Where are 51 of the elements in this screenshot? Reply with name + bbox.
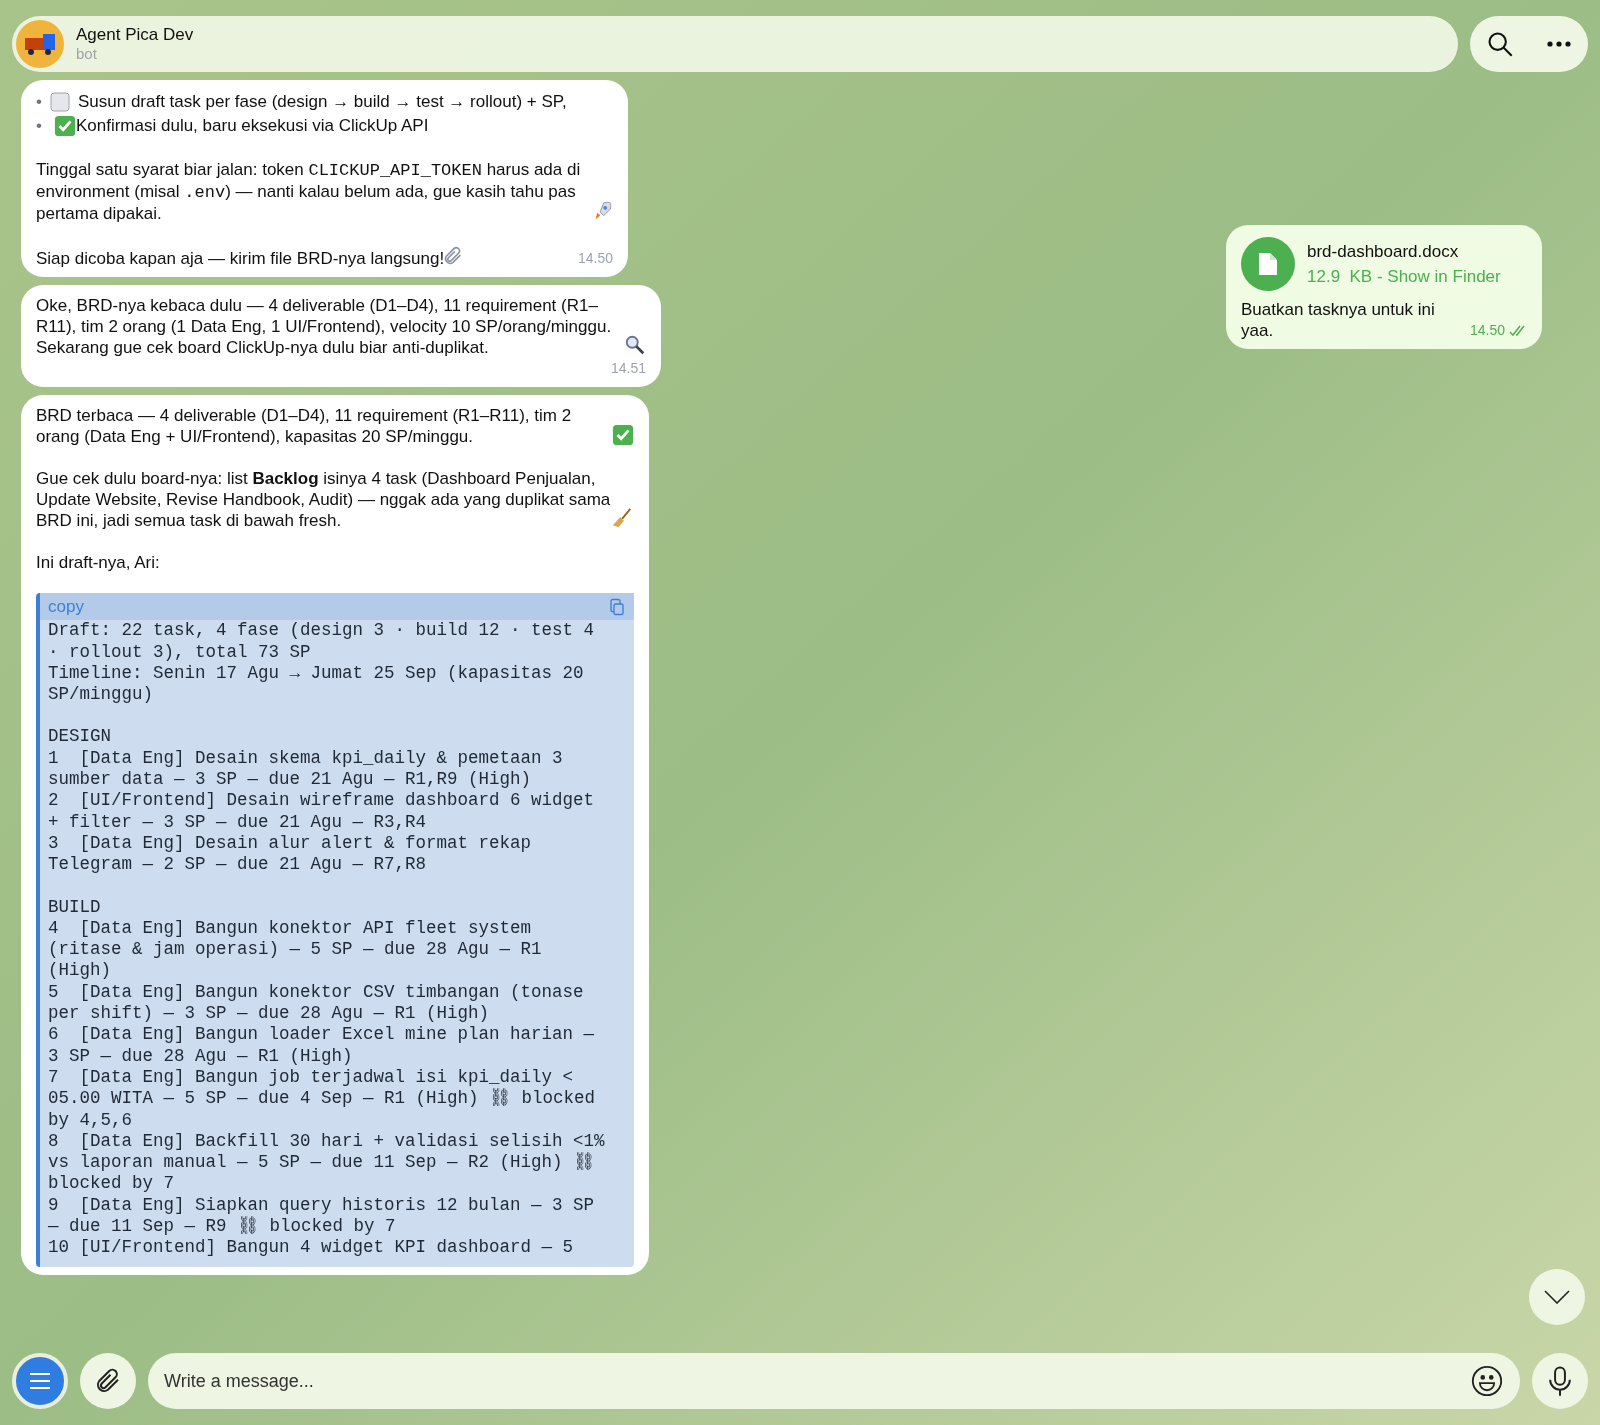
code-line: 1 [Data Eng] Desain skema kpi_daily & pemetaan 3 sumber data — 3 SP — due 21 Agu — R1,R9 (High) xyxy=(48,747,564,791)
message-text: Ini draft-nya, Ari: xyxy=(36,552,160,573)
scroll-down-button[interactable] xyxy=(1529,1269,1585,1325)
chevron-down-icon xyxy=(1544,1290,1570,1304)
bullet-mark: • xyxy=(36,115,42,137)
chat-title: Agent Pica Dev xyxy=(76,24,194,46)
code-line: 4 [Data Eng] Bangun konektor API fleet system (ritase & jam operasi) — 5 SP — due 28 Agu — R1 (High) xyxy=(48,917,543,982)
message-text: Gue cek dulu board-nya: list Backlog isinya 4 task (Dashboard Penjualan, Update Website, Revise Handbook, Audit) — nggak ada yang duplikat sama BRD ini, jadi semua task di bawah fresh. xyxy=(36,468,612,531)
file-info[interactable]: 12.9 KB - Show in Finder xyxy=(1307,264,1501,290)
code-line: 2 [UI/Frontend] Desain wireframe dashboard 6 widget + filter — 3 SP — due 21 Agu — R3,R4 xyxy=(48,790,596,833)
list-item-text: Konfirmasi dulu, baru eksekusi via ClickUp API xyxy=(75,115,429,137)
file-name: brd-dashboard.docx xyxy=(1307,240,1460,263)
check-icon xyxy=(612,424,634,446)
menu-icon xyxy=(29,1372,51,1390)
menu-button[interactable] xyxy=(12,1353,68,1409)
list-item-text: Susun draft task per fase (design → build → test → rollout) + SP, xyxy=(77,91,567,113)
code-line: DESIGN xyxy=(48,726,112,748)
code-line: 8 [Data Eng] Backfill 30 hari + validasi selisih <1% vs laporan manual — 5 SP — due 11 Sep — R2 (High) ⛓ blocked by 7 xyxy=(48,1130,606,1195)
code-line: 3 [Data Eng] Desain alur alert & format rekap Telegram — 2 SP — due 21 Agu — R7,R8 xyxy=(48,832,533,876)
train-icon xyxy=(23,32,57,56)
code-line: BUILD xyxy=(48,896,102,918)
message-time: 14.50 xyxy=(577,249,613,268)
message-time: 14.50 xyxy=(1469,321,1505,340)
message-text: Oke, BRD-nya kebaca dulu — 4 deliverable (D1–D4), 11 requirement (R1–R11), tim 2 orang (1 Data Eng, 1 UI/Frontend), velocity 10 SP/orang/minggu. Sekarang gue cek board ClickUp-nya dulu biar anti-duplikat. xyxy=(36,295,613,358)
emoji-icon[interactable] xyxy=(1470,1364,1504,1398)
code-line: 7 [Data Eng] Bangun job terjadwal isi kpi_daily < 05.00 WITA — 5 SP — due 4 Sep — R1 (High) ⛓ blocked by 4,5,6 xyxy=(48,1066,597,1131)
attach-button[interactable] xyxy=(80,1353,136,1409)
code-line: 6 [Data Eng] Bangun loader Excel mine plan harian — 3 SP — due 28 Agu — R1 (High) xyxy=(48,1024,596,1067)
copy-label[interactable]: copy xyxy=(48,596,84,618)
bullet-mark: • xyxy=(36,91,42,113)
magnifier-icon xyxy=(624,334,646,356)
check-icon xyxy=(53,115,76,137)
chat-subtitle: bot xyxy=(76,45,98,64)
checkbox-icon xyxy=(49,92,70,112)
code-line: 10 [UI/Frontend] Bangun 4 widget KPI dashboard — 5 xyxy=(48,1237,575,1259)
code-line: Draft: 22 task, 4 fase (design 3 · build 12 · test 4 · rollout 3), total 73 SP xyxy=(48,620,596,663)
document-icon xyxy=(1256,251,1280,277)
code-line: Timeline: Senin 17 Agu → Jumat 25 Sep (kapasitas 20 SP/minggu) xyxy=(48,662,585,706)
code-line: 9 [Data Eng] Siapkan query historis 12 bulan — 3 SP — due 11 Sep — R9 ⛓ blocked by 7 xyxy=(48,1194,596,1238)
message-field[interactable]: Write a message... xyxy=(148,1353,1520,1409)
message-time: 14.51 xyxy=(610,359,646,378)
more-icon[interactable] xyxy=(1546,40,1572,48)
message-text: BRD terbaca — 4 deliverable (D1–D4), 11 requirement (R1–R11), tim 2 orang (Data Eng + UI/Frontend), kapasitas 20 SP/minggu. xyxy=(36,405,573,447)
microphone-button[interactable] xyxy=(1532,1353,1588,1409)
broom-icon xyxy=(612,507,634,529)
search-icon[interactable] xyxy=(1486,30,1514,58)
message-text: Tinggal satu syarat biar jalan: token CLICKUP_API_TOKEN harus ada di environment (misal .env) — nanti kalau belum ada, gue kasih tahu pas pertama dipakai. xyxy=(36,159,582,224)
message-text: Siap dicoba kapan aja — kirim file BRD-nya langsung! xyxy=(36,248,445,269)
message-input[interactable]: Write a message... xyxy=(164,1367,1470,1395)
message-text: Buatkan tasknya untuk ini yaa. xyxy=(1241,299,1436,341)
code-line: 5 [Data Eng] Bangun konektor CSV timbangan (tonase per shift) — 3 SP — due 28 Agu — R1 (High) xyxy=(48,981,585,1025)
